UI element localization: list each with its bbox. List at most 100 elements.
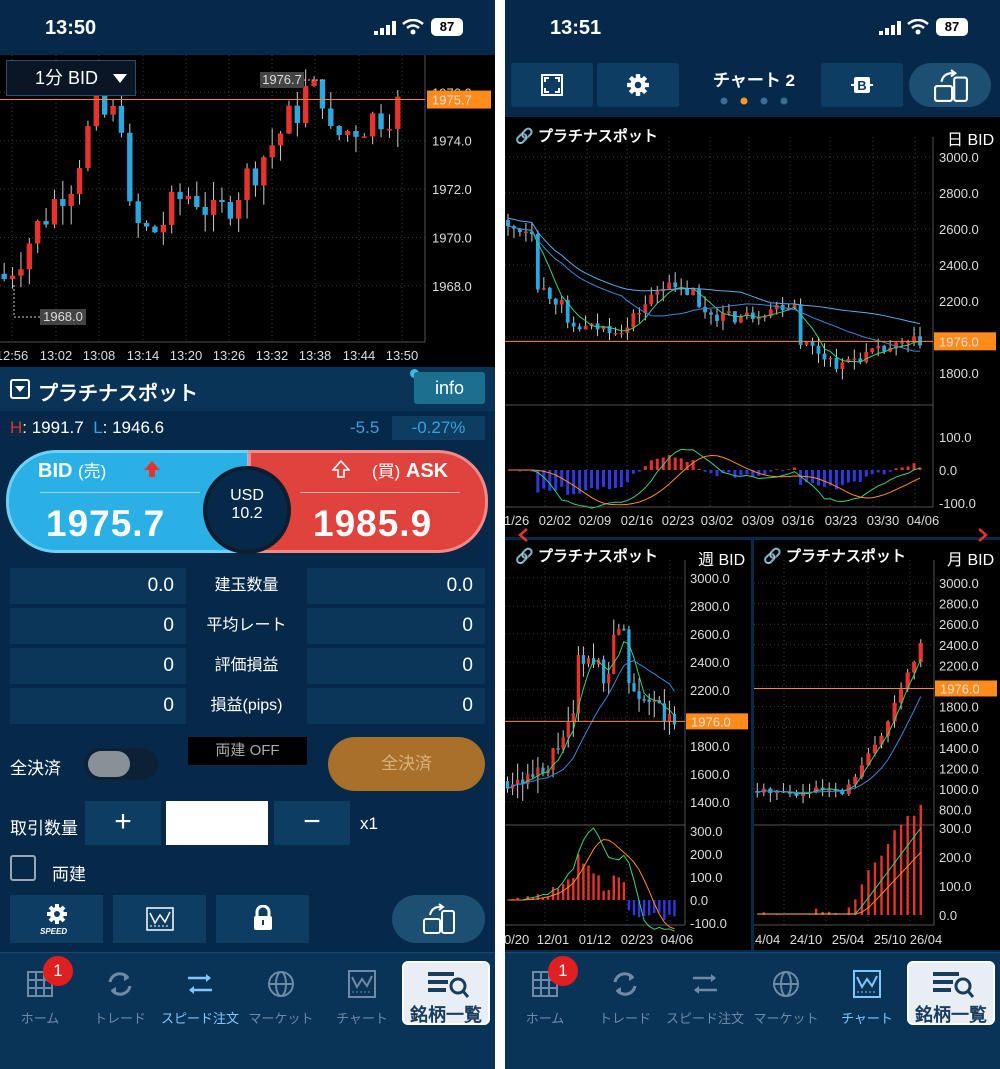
close-all-button[interactable]: 全決済: [328, 737, 485, 791]
minute-chart[interactable]: 1976.01974.01972.01970.01968.012:5613:02…: [0, 55, 495, 367]
macd-bar: [919, 804, 922, 915]
x-tick: 03/16: [782, 513, 815, 528]
lock-button[interactable]: [216, 895, 309, 943]
candle-body: [261, 157, 267, 186]
next-chart-icon[interactable]: [977, 527, 989, 543]
dropdown-icon[interactable]: [10, 379, 30, 399]
chart-icon: [853, 970, 881, 998]
candle-body: [613, 332, 618, 335]
osc-tick: 200.0: [939, 850, 972, 865]
macd-bar: [899, 824, 903, 915]
candle-body: [1, 273, 7, 280]
candle-body: [906, 341, 910, 344]
weekly-chart[interactable]: 3000.02800.02600.02400.02200.02000.01800…: [505, 540, 751, 950]
symbol-list-button[interactable]: 銘柄一覧: [402, 961, 490, 1025]
candle-body: [870, 348, 875, 353]
candle-body: [828, 357, 833, 360]
indicator-button[interactable]: B: [821, 63, 903, 107]
candle-body: [35, 221, 41, 244]
y-tick: 1968.0: [432, 279, 472, 294]
ask-price: 1985.9: [313, 503, 433, 544]
nav-item-1[interactable]: トレード: [80, 1008, 160, 1027]
nav-item-2[interactable]: スピード注文: [665, 1008, 745, 1027]
candle-body: [328, 108, 334, 126]
nav-item-0[interactable]: ホーム: [505, 1008, 585, 1027]
macd-bar: [912, 815, 916, 915]
x-tick: 26/04: [910, 932, 943, 947]
position-left-value: 0: [10, 608, 186, 644]
y-tick: 3000.0: [939, 150, 979, 165]
candle-body: [556, 748, 560, 750]
candle-body: [43, 221, 49, 225]
candle-body: [559, 299, 564, 305]
macd-bar: [858, 470, 862, 483]
layout-switch-button[interactable]: [909, 63, 991, 107]
nav-item-3[interactable]: マーケット: [746, 1008, 826, 1027]
candle-body: [236, 199, 242, 219]
candle-body: [160, 224, 166, 233]
quantity-plus-button[interactable]: +: [85, 801, 161, 845]
hedge-checkbox[interactable]: [10, 855, 36, 881]
nav-item-2[interactable]: スピード注文: [160, 1008, 240, 1027]
nav-item-4[interactable]: チャート: [322, 1008, 402, 1027]
candle-body: [631, 313, 636, 328]
macd-bar: [608, 470, 611, 490]
macd-bar: [673, 457, 677, 470]
macd-bar: [584, 470, 588, 491]
candle-body: [506, 220, 510, 227]
monthly-chart[interactable]: 3000.02800.02600.02400.02200.02000.01800…: [748, 540, 1000, 950]
quantity-minus-button[interactable]: −: [274, 801, 350, 845]
x-tick: 03/30: [867, 513, 900, 528]
candle-body: [110, 105, 116, 115]
candle-body: [816, 345, 821, 354]
candle-body: [571, 322, 576, 327]
y-tick: 800.0: [939, 803, 972, 818]
page-indicator[interactable]: [719, 96, 789, 106]
gear-icon: [627, 74, 649, 96]
y-tick: 1972.0: [432, 182, 472, 197]
osc-tick: 100.0: [939, 430, 972, 445]
monthly-timeframe[interactable]: 月 BID: [947, 546, 994, 570]
gear-icon: [47, 904, 67, 924]
position-left-value: 0: [10, 688, 186, 724]
timeframe-select[interactable]: 1分 BID: [6, 60, 136, 96]
x-tick: 02/16: [621, 513, 654, 528]
candle-body: [505, 781, 510, 789]
position-right-value: 0.0: [307, 568, 485, 604]
macd-bar: [876, 470, 880, 473]
quantity-input[interactable]: [166, 801, 268, 845]
osc-tick: 0.0: [939, 908, 957, 923]
macd-bar: [542, 470, 546, 489]
symbol-list-label: 銘柄一覧: [915, 1005, 987, 1025]
hedge-label: 両建: [52, 865, 86, 884]
nav-item-1[interactable]: トレード: [585, 1008, 665, 1027]
candle-body: [879, 735, 884, 745]
daily-chart[interactable]: 3000.02800.02600.02400.02200.02000.01800…: [505, 117, 1000, 537]
nav-item-0[interactable]: ホーム: [0, 1008, 80, 1027]
daily-timeframe[interactable]: 日 BID: [947, 126, 994, 150]
candle-body: [277, 133, 284, 146]
chart-settings-button[interactable]: [597, 63, 679, 107]
instrument-name[interactable]: プラチナスポット: [38, 377, 198, 406]
prev-chart-icon[interactable]: [517, 527, 529, 543]
fullscreen-button[interactable]: [511, 63, 593, 107]
candle-body: [353, 131, 359, 137]
layout-switch-button[interactable]: [392, 895, 485, 943]
symbol-list-button[interactable]: 銘柄一覧: [907, 961, 995, 1025]
chart-button[interactable]: [113, 895, 206, 943]
candle-body: [516, 779, 520, 785]
info-button[interactable]: info: [414, 372, 485, 404]
candle-body: [143, 223, 150, 227]
close-all-toggle[interactable]: [84, 748, 158, 780]
candle-body: [219, 199, 225, 203]
macd-bar: [619, 470, 623, 487]
nav-item-4[interactable]: チャート: [827, 1008, 907, 1027]
candle-body: [395, 96, 401, 130]
candle-body: [637, 691, 641, 700]
speed-settings-button[interactable]: SPEED: [10, 895, 103, 943]
x-tick: 03/09: [742, 513, 775, 528]
weekly-timeframe[interactable]: 週 BID: [698, 546, 745, 570]
y-tick: 1800.0: [690, 739, 730, 754]
nav-item-3[interactable]: マーケット: [241, 1008, 321, 1027]
chart-icon: [146, 907, 174, 931]
